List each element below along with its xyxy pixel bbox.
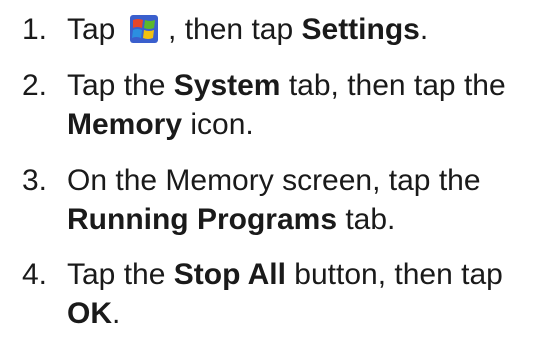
step-number: 3. — [22, 164, 48, 197]
step-text: Tap , then tap Settings. — [67, 13, 429, 46]
settings-label: Settings — [301, 13, 420, 46]
windows-start-flag-icon — [129, 14, 158, 43]
step-number: 1. — [22, 13, 48, 46]
step-number: 4. — [22, 258, 48, 291]
step-text: Tap the Stop All button, then tap OK. — [67, 258, 503, 330]
stop-all-button-label: Stop All — [173, 258, 286, 291]
step-text: Tap the System tab, then tap the Memory … — [67, 69, 506, 141]
ok-label: OK — [67, 297, 112, 330]
memory-icon-label: Memory — [67, 108, 183, 141]
step-text: On the Memory screen, tap the Running Pr… — [67, 164, 481, 236]
running-programs-tab-label: Running Programs — [67, 203, 338, 236]
step-number: 2. — [22, 69, 48, 102]
system-tab-label: System — [173, 69, 281, 102]
